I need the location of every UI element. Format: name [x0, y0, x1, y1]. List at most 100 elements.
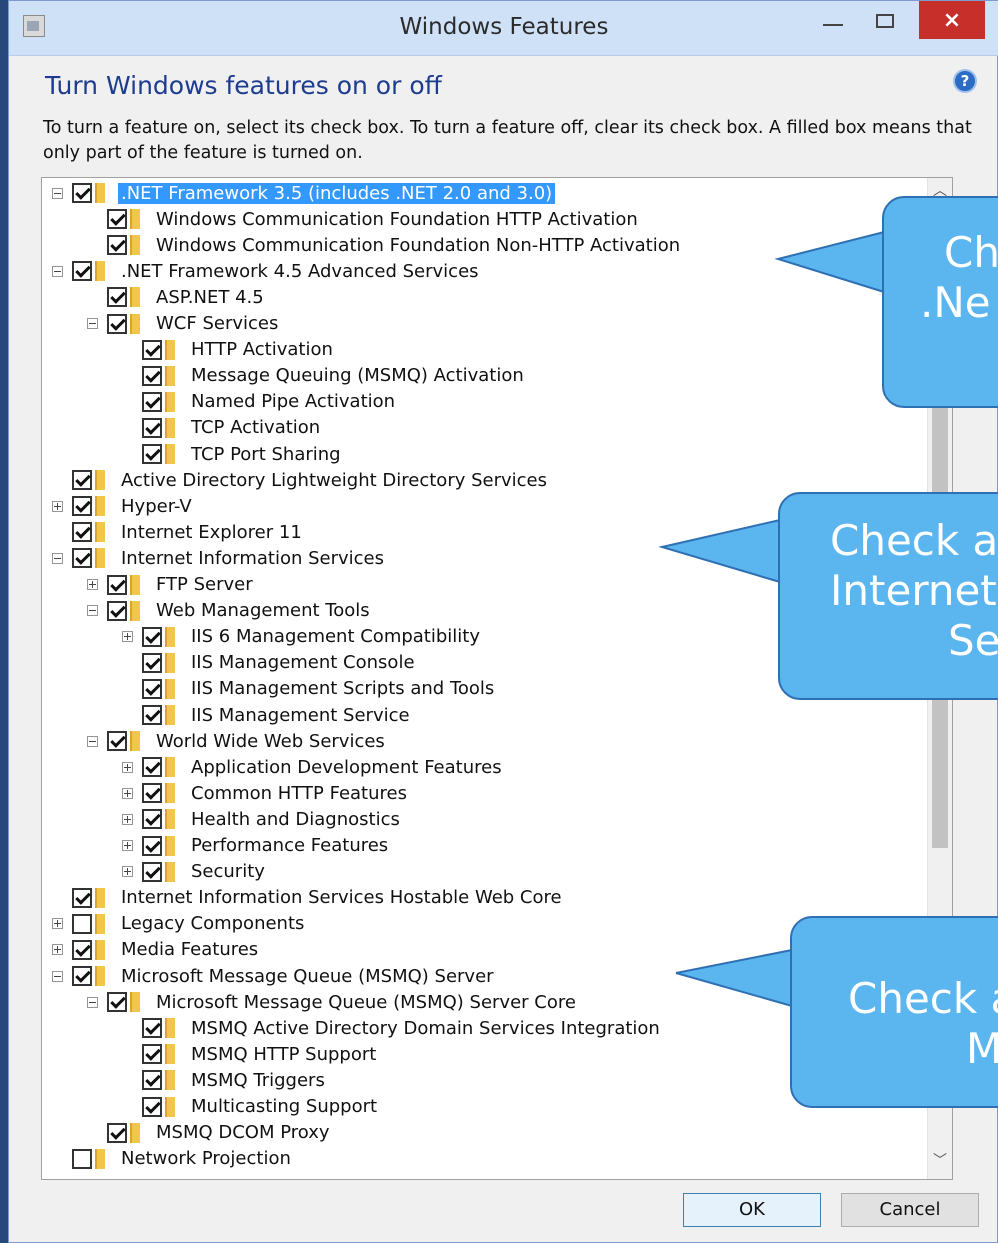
feature-row[interactable]: MSMQ HTTP Support — [122, 1041, 379, 1067]
feature-row[interactable]: TCP Port Sharing — [122, 441, 344, 467]
feature-label[interactable]: MSMQ Triggers — [188, 1070, 328, 1091]
feature-label[interactable]: Common HTTP Features — [188, 783, 410, 804]
feature-label[interactable]: Security — [188, 861, 268, 882]
expand-icon[interactable] — [87, 579, 98, 590]
feature-row[interactable]: Microsoft Message Queue (MSMQ) Server Co… — [87, 989, 579, 1015]
feature-row[interactable]: MSMQ Triggers — [122, 1067, 328, 1093]
expand-icon[interactable] — [122, 866, 133, 878]
feature-row[interactable]: Internet Explorer 11 — [52, 519, 305, 545]
feature-checkbox[interactable] — [142, 391, 162, 412]
feature-checkbox[interactable] — [142, 626, 162, 647]
feature-label[interactable]: Internet Information Services Hostable W… — [118, 887, 565, 908]
feature-checkbox[interactable] — [72, 496, 92, 517]
feature-row[interactable]: Legacy Components — [52, 911, 307, 937]
feature-row[interactable]: IIS Management Console — [122, 650, 418, 676]
feature-row[interactable]: HTTP Activation — [122, 337, 336, 363]
feature-row[interactable]: Application Development Features — [122, 754, 505, 780]
feature-checkbox[interactable] — [107, 313, 127, 334]
feature-row[interactable]: Internet Information Services Hostable W… — [52, 885, 565, 911]
feature-row[interactable]: Media Features — [52, 937, 261, 963]
maximize-button[interactable] — [861, 1, 909, 41]
collapse-icon[interactable] — [52, 265, 63, 277]
expand-icon[interactable] — [122, 631, 133, 643]
feature-label[interactable]: Active Directory Lightweight Directory S… — [118, 470, 550, 491]
title-bar[interactable]: Windows Features × — [9, 1, 998, 56]
close-button[interactable]: × — [919, 1, 985, 39]
feature-row[interactable]: Microsoft Message Queue (MSMQ) Server — [52, 963, 497, 989]
feature-checkbox[interactable] — [142, 339, 162, 360]
feature-row[interactable]: .NET Framework 3.5 (includes .NET 2.0 an… — [52, 180, 556, 206]
ok-button[interactable]: OK — [683, 1193, 821, 1227]
scroll-down-arrow-icon[interactable]: ﹀ — [928, 1153, 952, 1175]
collapse-icon[interactable] — [87, 605, 98, 617]
feature-label[interactable]: MSMQ Active Directory Domain Services In… — [188, 1018, 663, 1039]
feature-checkbox[interactable] — [142, 809, 162, 830]
feature-checkbox[interactable] — [107, 235, 127, 256]
feature-label[interactable]: IIS Management Console — [188, 652, 418, 673]
feature-row[interactable]: FTP Server — [87, 572, 256, 598]
feature-row[interactable]: Named Pipe Activation — [122, 389, 398, 415]
feature-checkbox[interactable] — [142, 417, 162, 438]
feature-row[interactable]: IIS Management Service — [122, 702, 413, 728]
collapse-icon[interactable] — [52, 970, 63, 982]
minimize-button[interactable] — [809, 1, 857, 41]
feature-checkbox[interactable] — [142, 1018, 162, 1039]
cancel-button[interactable]: Cancel — [841, 1193, 979, 1227]
feature-checkbox[interactable] — [142, 678, 162, 699]
feature-label[interactable]: Legacy Components — [118, 913, 307, 934]
feature-row[interactable]: Internet Information Services — [52, 545, 387, 571]
feature-label[interactable]: Microsoft Message Queue (MSMQ) Server Co… — [153, 992, 579, 1013]
feature-checkbox[interactable] — [72, 1148, 92, 1169]
feature-label[interactable]: World Wide Web Services — [153, 731, 388, 752]
feature-row[interactable]: Windows Communication Foundation HTTP Ac… — [87, 206, 641, 232]
feature-checkbox[interactable] — [142, 783, 162, 804]
feature-checkbox[interactable] — [72, 887, 92, 908]
feature-checkbox[interactable] — [142, 861, 162, 882]
feature-row[interactable]: Web Management Tools — [87, 598, 373, 624]
feature-checkbox[interactable] — [142, 365, 162, 386]
feature-label[interactable]: Named Pipe Activation — [188, 391, 398, 412]
feature-checkbox[interactable] — [107, 992, 127, 1013]
feature-row[interactable]: IIS Management Scripts and Tools — [122, 676, 497, 702]
feature-checkbox[interactable] — [142, 757, 162, 778]
feature-row[interactable]: Multicasting Support — [122, 1094, 380, 1120]
feature-label[interactable]: .NET Framework 3.5 (includes .NET 2.0 an… — [118, 182, 556, 204]
feature-label[interactable]: MSMQ DCOM Proxy — [153, 1122, 333, 1143]
feature-checkbox[interactable] — [107, 1122, 127, 1143]
feature-label[interactable]: Message Queuing (MSMQ) Activation — [188, 365, 527, 386]
feature-label[interactable]: WCF Services — [153, 313, 281, 334]
feature-label[interactable]: Multicasting Support — [188, 1096, 380, 1117]
feature-label[interactable]: Internet Information Services — [118, 548, 387, 569]
expand-icon[interactable] — [52, 944, 63, 956]
feature-row[interactable]: Health and Diagnostics — [122, 806, 403, 832]
feature-row[interactable]: World Wide Web Services — [87, 728, 388, 754]
collapse-icon[interactable] — [52, 552, 63, 564]
feature-checkbox[interactable] — [72, 522, 92, 543]
feature-row[interactable]: Network Projection — [52, 1146, 294, 1172]
feature-checkbox[interactable] — [107, 731, 127, 752]
feature-row[interactable]: IIS 6 Management Compatibility — [122, 624, 483, 650]
feature-checkbox[interactable] — [72, 548, 92, 569]
feature-row[interactable]: Security — [122, 859, 268, 885]
collapse-icon[interactable] — [52, 187, 63, 199]
feature-label[interactable]: Windows Communication Foundation Non-HTT… — [153, 235, 683, 256]
feature-row[interactable]: Windows Communication Foundation Non-HTT… — [87, 232, 683, 258]
feature-row[interactable]: .NET Framework 4.5 Advanced Services — [52, 258, 482, 284]
feature-checkbox[interactable] — [107, 287, 127, 308]
collapse-icon[interactable] — [87, 996, 98, 1008]
feature-label[interactable]: Web Management Tools — [153, 600, 373, 621]
feature-checkbox[interactable] — [142, 1096, 162, 1117]
feature-checkbox[interactable] — [142, 652, 162, 673]
feature-label[interactable]: TCP Activation — [188, 417, 323, 438]
collapse-icon[interactable] — [87, 318, 98, 329]
feature-label[interactable]: Network Projection — [118, 1148, 294, 1169]
feature-label[interactable]: Hyper-V — [118, 496, 195, 517]
expand-icon[interactable] — [122, 787, 133, 799]
expand-icon[interactable] — [52, 918, 63, 930]
feature-label[interactable]: Internet Explorer 11 — [118, 522, 305, 543]
feature-row[interactable]: Hyper-V — [52, 493, 195, 519]
feature-label[interactable]: Application Development Features — [188, 757, 505, 778]
feature-label[interactable]: IIS Management Service — [188, 705, 413, 726]
feature-checkbox[interactable] — [72, 183, 92, 203]
expand-icon[interactable] — [122, 813, 133, 825]
